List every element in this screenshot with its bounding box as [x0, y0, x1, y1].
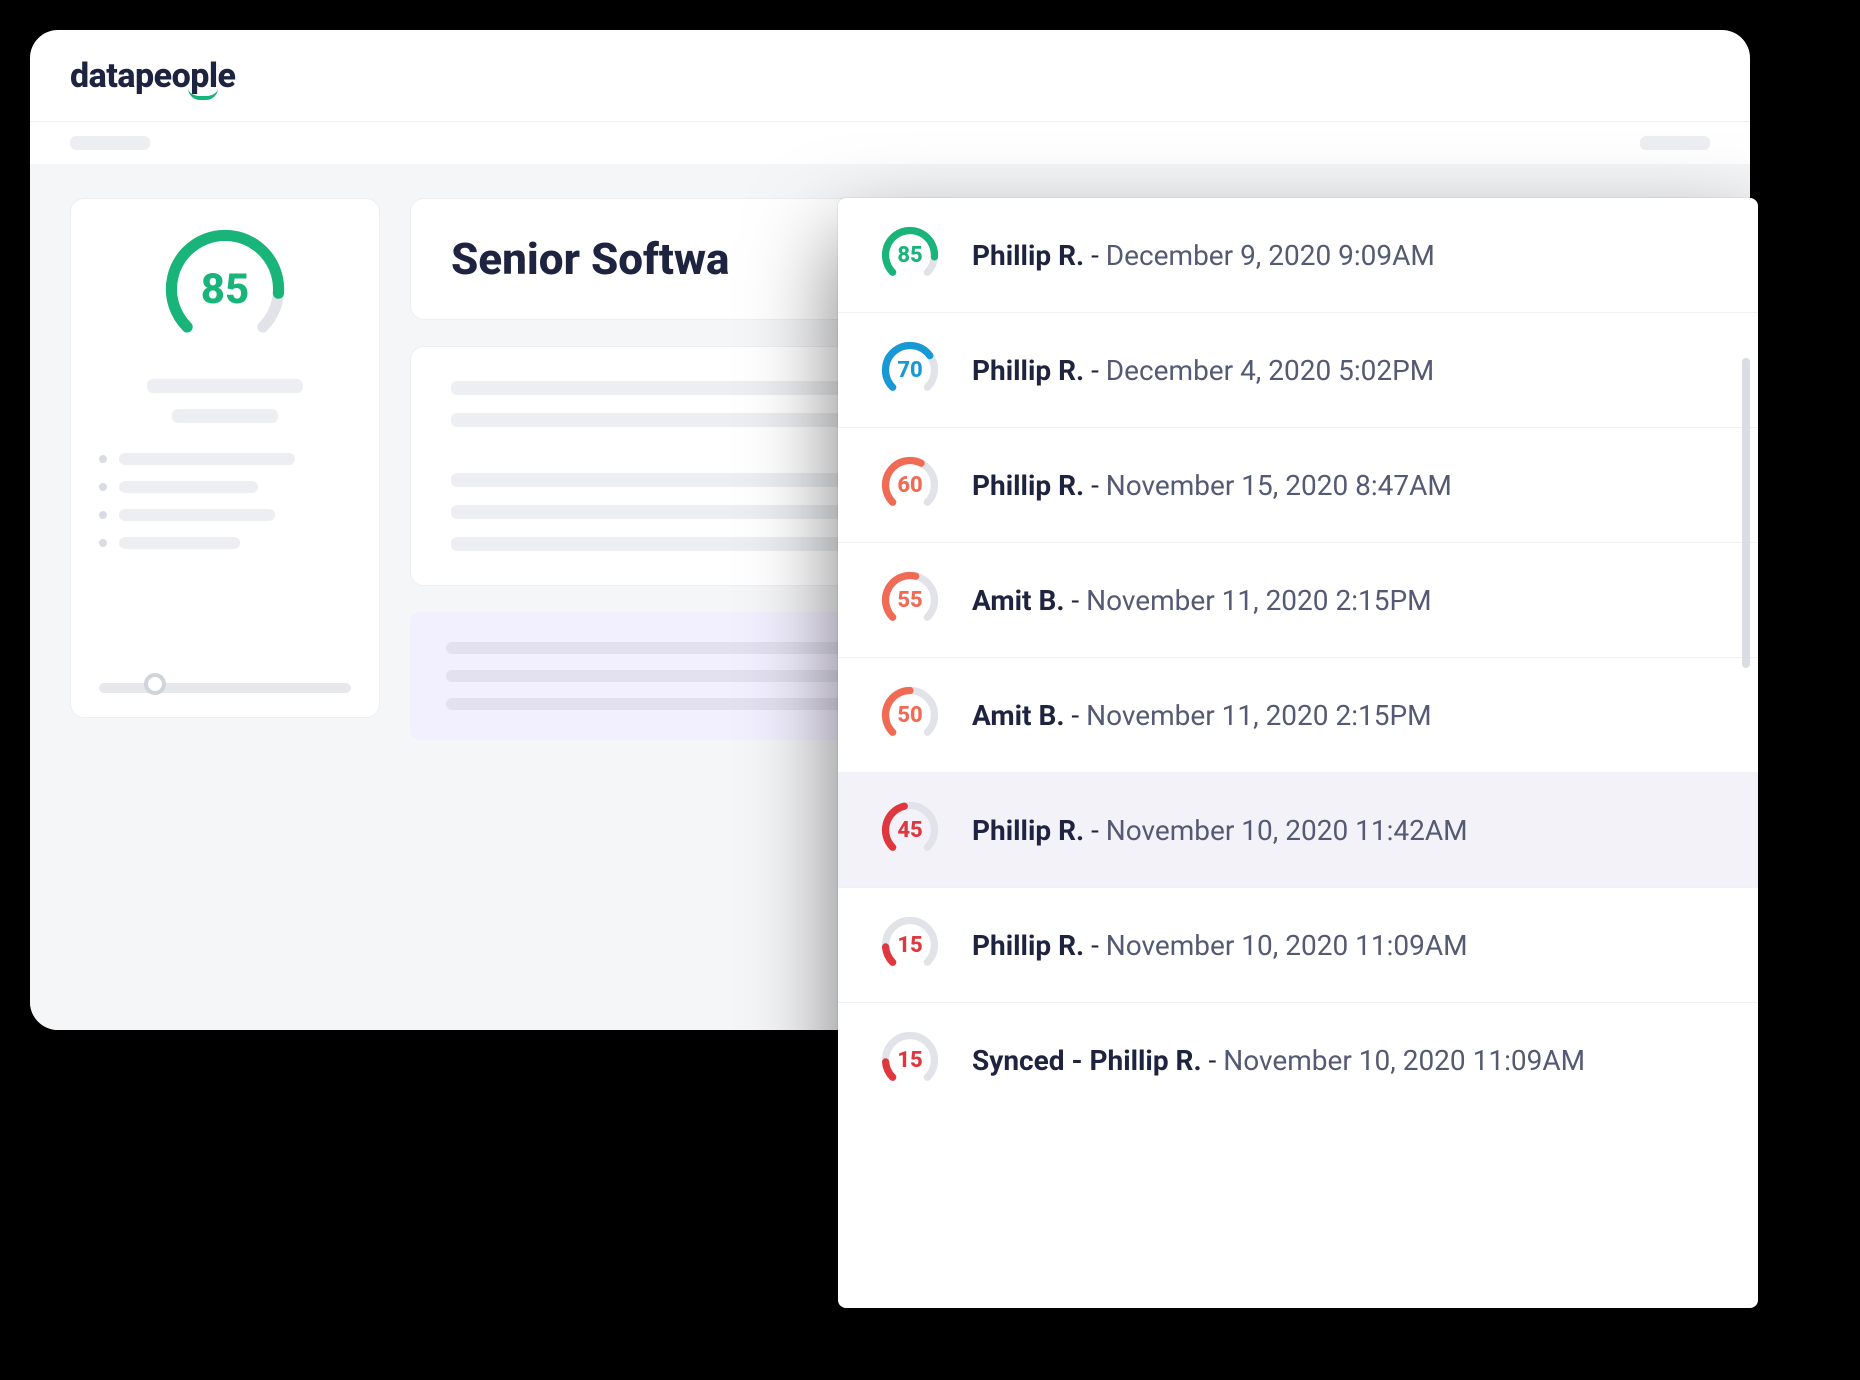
app-header: datapeople	[30, 30, 1750, 122]
history-date: November 10, 2020 11:09AM	[1223, 1044, 1585, 1077]
toolbar	[30, 122, 1750, 164]
history-date: December 4, 2020 5:02PM	[1106, 354, 1434, 387]
toolbar-placeholder-right	[1640, 136, 1710, 150]
history-separator: -	[1084, 929, 1106, 962]
history-author: Phillip R.	[972, 354, 1084, 387]
history-item[interactable]: 85 Phillip R. - December 9, 2020 9:09AM	[838, 198, 1758, 313]
history-item[interactable]: 50 Amit B. - November 11, 2020 2:15PM	[838, 658, 1758, 773]
history-score-value: 70	[897, 358, 922, 383]
history-author: Phillip R.	[972, 929, 1084, 962]
history-item-label: Phillip R. - November 10, 2020 11:09AM	[972, 929, 1468, 962]
history-separator: -	[1084, 354, 1106, 387]
history-score-gauge: 50	[878, 686, 942, 744]
history-separator: -	[1064, 584, 1086, 617]
history-dropdown: 85 Phillip R. - December 9, 2020 9:09AM 7…	[838, 198, 1758, 1308]
history-author: Amit B.	[972, 584, 1064, 617]
history-author: Amit B.	[972, 699, 1064, 732]
history-item[interactable]: 15 Synced - Phillip R. - November 10, 202…	[838, 1003, 1758, 1117]
history-score-gauge: 15	[878, 916, 942, 974]
history-item-label: Synced - Phillip R. - November 10, 2020 …	[972, 1044, 1585, 1077]
history-date: November 15, 2020 8:47AM	[1106, 469, 1452, 502]
history-item[interactable]: 70 Phillip R. - December 4, 2020 5:02PM	[838, 313, 1758, 428]
history-author: Phillip R.	[1089, 1044, 1201, 1077]
history-date: November 11, 2020 2:15PM	[1086, 584, 1431, 617]
history-item[interactable]: 60 Phillip R. - November 15, 2020 8:47AM	[838, 428, 1758, 543]
history-author: Phillip R.	[972, 239, 1084, 272]
history-score-value: 15	[897, 1048, 922, 1073]
history-prefix: Synced -	[972, 1044, 1089, 1077]
history-date: December 9, 2020 9:09AM	[1106, 239, 1435, 272]
main-score-gauge: 85	[155, 229, 295, 349]
history-item[interactable]: 55 Amit B. - November 11, 2020 2:15PM	[838, 543, 1758, 658]
history-list: 85 Phillip R. - December 9, 2020 9:09AM 7…	[838, 198, 1758, 1117]
history-item-label: Phillip R. - December 9, 2020 9:09AM	[972, 239, 1435, 272]
logo-smile-icon	[188, 88, 218, 100]
history-author: Phillip R.	[972, 469, 1084, 502]
history-item-label: Amit B. - November 11, 2020 2:15PM	[972, 699, 1432, 732]
history-item-label: Phillip R. - November 15, 2020 8:47AM	[972, 469, 1452, 502]
history-score-value: 55	[897, 588, 922, 613]
history-date: November 10, 2020 11:09AM	[1106, 929, 1468, 962]
history-separator: -	[1084, 814, 1106, 847]
history-score-gauge: 85	[878, 226, 942, 284]
history-item-label: Phillip R. - November 10, 2020 11:42AM	[972, 814, 1468, 847]
history-separator: -	[1084, 469, 1106, 502]
history-date: November 11, 2020 2:15PM	[1086, 699, 1431, 732]
history-score-value: 15	[897, 933, 922, 958]
score-slider[interactable]	[99, 683, 351, 693]
history-separator: -	[1202, 1044, 1224, 1077]
history-score-gauge: 70	[878, 341, 942, 399]
history-separator: -	[1064, 699, 1086, 732]
history-score-value: 85	[897, 243, 922, 268]
score-card: 85	[70, 198, 380, 718]
history-author: Phillip R.	[972, 814, 1084, 847]
toolbar-placeholder-left	[70, 136, 150, 150]
scrollbar-thumb[interactable]	[1742, 358, 1750, 668]
history-score-gauge: 45	[878, 801, 942, 859]
slider-handle-icon[interactable]	[144, 673, 166, 695]
brand-logo: datapeople	[70, 56, 236, 96]
history-score-gauge: 60	[878, 456, 942, 514]
history-score-gauge: 55	[878, 571, 942, 629]
history-score-value: 50	[897, 703, 922, 728]
history-item[interactable]: 45 Phillip R. - November 10, 2020 11:42AM	[838, 773, 1758, 888]
history-score-gauge: 15	[878, 1031, 942, 1089]
history-separator: -	[1084, 239, 1106, 272]
history-date: November 10, 2020 11:42AM	[1106, 814, 1468, 847]
history-score-value: 45	[897, 818, 922, 843]
score-bullets	[99, 453, 351, 549]
history-score-value: 60	[897, 473, 922, 498]
history-item[interactable]: 15 Phillip R. - November 10, 2020 11:09AM	[838, 888, 1758, 1003]
history-item-label: Amit B. - November 11, 2020 2:15PM	[972, 584, 1432, 617]
main-score-value: 85	[201, 265, 249, 314]
history-item-label: Phillip R. - December 4, 2020 5:02PM	[972, 354, 1434, 387]
score-summary-lines	[99, 379, 351, 423]
